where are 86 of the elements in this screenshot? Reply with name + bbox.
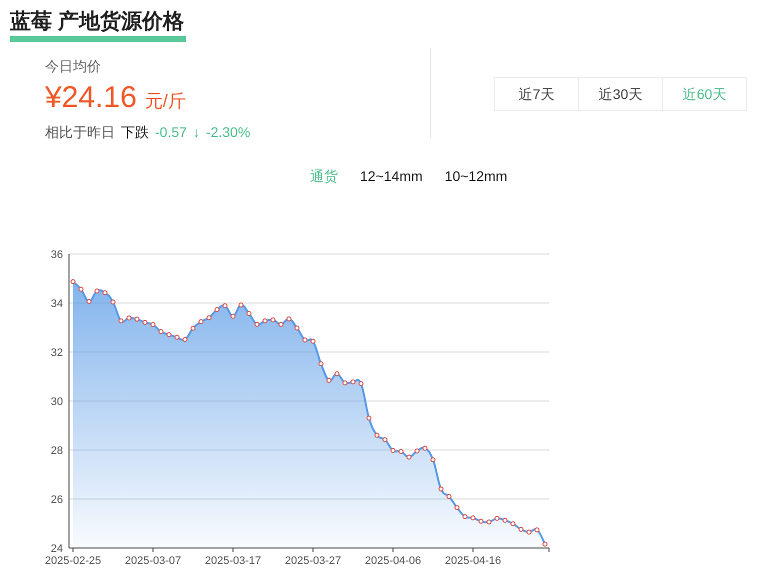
data-point bbox=[86, 299, 92, 304]
axis-label: 2025-03-27 bbox=[284, 555, 342, 567]
change-percent: -2.30% bbox=[206, 123, 250, 142]
axis-label: 2025-03-07 bbox=[124, 555, 182, 567]
data-point bbox=[446, 494, 452, 500]
data-point bbox=[214, 307, 220, 312]
axis-label: 32 bbox=[50, 347, 63, 359]
data-point bbox=[238, 302, 244, 308]
trend-label: 下跌 bbox=[121, 123, 149, 142]
data-point bbox=[366, 416, 372, 421]
data-point bbox=[502, 518, 508, 523]
axis-label: 36 bbox=[50, 249, 63, 261]
data-point bbox=[126, 315, 132, 320]
data-point bbox=[414, 448, 420, 454]
data-point bbox=[462, 514, 468, 520]
data-point bbox=[118, 318, 124, 324]
data-point bbox=[334, 371, 340, 376]
stat-label: 今日均价 bbox=[45, 57, 102, 76]
data-point bbox=[278, 322, 284, 327]
data-point bbox=[166, 332, 172, 338]
down-arrow-icon: ↓ bbox=[192, 122, 200, 142]
data-point bbox=[358, 381, 364, 386]
data-point bbox=[78, 286, 84, 292]
compare-label: 相比于昨日 bbox=[45, 123, 115, 142]
range-tab[interactable]: 近30天 bbox=[578, 77, 663, 111]
data-point bbox=[342, 380, 348, 386]
data-point bbox=[318, 361, 324, 366]
grade-tab[interactable]: 12~14mm bbox=[360, 166, 423, 186]
data-point bbox=[454, 505, 460, 510]
data-point bbox=[198, 319, 204, 324]
data-point bbox=[190, 326, 196, 331]
data-point bbox=[478, 518, 484, 524]
data-point bbox=[326, 378, 332, 383]
axis-label: 34 bbox=[50, 298, 63, 310]
data-point bbox=[382, 437, 388, 442]
data-point bbox=[222, 303, 228, 308]
data-point bbox=[302, 338, 308, 342]
data-point bbox=[430, 457, 436, 462]
data-point bbox=[422, 446, 428, 451]
price-unit: 元/斤 bbox=[144, 90, 186, 113]
data-point bbox=[534, 527, 540, 532]
data-point bbox=[294, 326, 300, 330]
data-point bbox=[270, 317, 276, 322]
range-tab[interactable]: 近7天 bbox=[494, 77, 579, 111]
data-point bbox=[406, 454, 412, 460]
data-point bbox=[390, 448, 396, 453]
axis-label: 24 bbox=[50, 543, 63, 555]
data-point bbox=[518, 526, 524, 532]
data-point bbox=[158, 329, 164, 334]
axis-label: 2025-02-25 bbox=[44, 555, 102, 567]
data-point bbox=[262, 318, 268, 324]
data-point bbox=[142, 320, 148, 325]
data-point bbox=[206, 315, 212, 320]
axis-label: 28 bbox=[50, 445, 63, 457]
axis-label: 30 bbox=[50, 396, 63, 408]
data-point bbox=[110, 300, 116, 305]
axis-label: 26 bbox=[50, 494, 63, 506]
grade-tab[interactable]: 10~12mm bbox=[444, 166, 508, 186]
data-point bbox=[510, 521, 516, 526]
data-point bbox=[174, 334, 180, 340]
data-point bbox=[542, 542, 548, 547]
data-point bbox=[246, 311, 252, 316]
axis-label: 2025-04-16 bbox=[444, 555, 502, 567]
data-point bbox=[254, 322, 260, 327]
data-point bbox=[486, 520, 492, 525]
price-value: ¥24.16 bbox=[45, 80, 137, 116]
axis-label: 2025-04-06 bbox=[364, 555, 422, 567]
data-point bbox=[134, 316, 140, 322]
data-point bbox=[398, 448, 404, 454]
data-point bbox=[94, 288, 100, 294]
data-point bbox=[526, 530, 532, 535]
data-point bbox=[70, 279, 76, 284]
data-point bbox=[230, 314, 236, 319]
data-point bbox=[150, 322, 156, 328]
data-point bbox=[182, 337, 188, 342]
axis-label: 2025-03-17 bbox=[204, 555, 262, 567]
data-point bbox=[374, 432, 380, 438]
data-point bbox=[310, 338, 316, 344]
data-point bbox=[102, 290, 108, 296]
page-title: 蓝莓 产地货源价格 bbox=[10, 8, 186, 42]
data-point bbox=[438, 486, 444, 492]
data-point bbox=[470, 515, 476, 520]
data-point bbox=[494, 516, 500, 521]
change-value: -0.57 bbox=[155, 123, 187, 142]
data-point bbox=[286, 316, 292, 322]
data-point bbox=[350, 379, 356, 384]
